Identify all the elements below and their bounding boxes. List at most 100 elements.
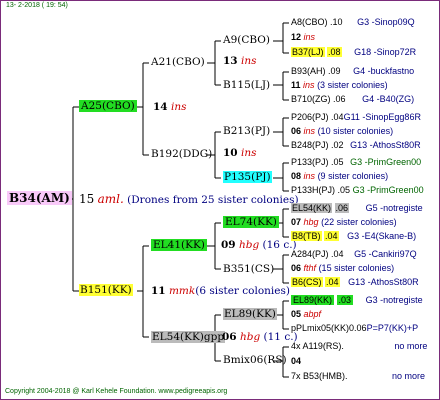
gen2-id: B192(DDG): [151, 148, 213, 160]
gen3-id: P135(PJ): [223, 171, 272, 183]
gen3-node-5[interactable]: B351(CS): [223, 263, 274, 276]
gen3-ins: ins: [240, 55, 257, 67]
gen4-num: .02: [331, 140, 344, 150]
gen3-id: EL74(KK): [223, 216, 279, 228]
root-id: B34(AM): [7, 191, 72, 205]
gen3-ins: ins: [240, 147, 257, 159]
gen4-row-13: 07 hbg (22 sister colonies): [291, 217, 397, 228]
gen4-id: P133H(PJ): [291, 185, 336, 195]
gen1-ins: ins: [170, 101, 187, 113]
gen3-node-4[interactable]: EL74(KK): [223, 216, 279, 229]
gen4-num: .04: [331, 112, 344, 122]
gen4-row-21[interactable]: 4x A119(RS). no more: [291, 341, 427, 352]
gen4-ref: no more: [392, 371, 426, 381]
gen3-id: A9(CBO): [223, 34, 271, 46]
gen1-node-1[interactable]: B151(KK): [79, 284, 133, 297]
gen3-id: Bmix06(RS): [223, 354, 287, 366]
gen2-id: EL54(KK)gpp: [151, 331, 226, 343]
root-info: 15 aml. (Drones from 25 sister colonies): [79, 193, 299, 207]
gen4-id: B8(TB): [291, 231, 322, 241]
gen4-num: 06: [291, 263, 302, 273]
gen3-node-7[interactable]: Bmix06(RS): [223, 354, 287, 367]
gen4-num: 04: [291, 356, 302, 366]
gen4-num: 08: [291, 171, 302, 181]
gen4-num: .10: [330, 17, 343, 27]
gen4-id: B710(ZG): [291, 94, 331, 104]
gen4-id: B37(LJ): [291, 47, 325, 57]
gen4-ins: ins: [303, 171, 316, 181]
gen4-num: 0.06: [349, 323, 367, 333]
gen2-info-2: 09 hbg (16 c.): [221, 239, 297, 252]
gen2-ins: hbg: [238, 239, 260, 251]
gen1-ins: mmk: [168, 285, 196, 297]
gen4-ref: G18 -Sinop72R: [354, 47, 417, 57]
gen4-id: pPLmix05(KK): [291, 323, 350, 333]
gen4-row-6[interactable]: P206(PJ) .04G11 -SinopEgg86R: [291, 112, 421, 123]
gen4-row-19: 05 abpf: [291, 309, 321, 320]
gen2-node-0[interactable]: A21(CBO): [151, 56, 205, 69]
gen3-node-3[interactable]: P135(PJ): [223, 171, 272, 184]
gen4-row-18[interactable]: EL89(KK) .03 G3 -notregiste: [291, 295, 423, 306]
gen4-row-20[interactable]: pPLmix05(KK)0.06P=P7(KK)+P: [291, 323, 418, 334]
gen3-id: EL89(KK): [223, 308, 277, 320]
gen4-row-11[interactable]: P133H(PJ) .05 G3 -PrimGreen00: [291, 185, 424, 196]
gen4-row-17[interactable]: B6(CS) .04 G13 -AthosSt80R: [291, 277, 419, 288]
gen4-num: 05: [291, 309, 302, 319]
gen2-node-2[interactable]: EL41(KK): [151, 239, 207, 252]
gen4-row-0[interactable]: A8(CBO) .10 G3 -Sinop09Q: [291, 17, 415, 28]
gen4-num: .04: [324, 231, 339, 241]
gen4-ref: G5 -Cankiri97Q: [354, 249, 417, 259]
gen4-ins: fthf: [303, 263, 317, 273]
gen2-node-1[interactable]: B192(DDG): [151, 148, 212, 161]
gen1-num: 14: [153, 101, 168, 113]
gen4-note: (9 sister colonies): [317, 171, 389, 181]
gen3-node-1[interactable]: B115(LJ): [223, 79, 270, 92]
gen4-row-10: 08 ins (9 sister colonies): [291, 171, 388, 182]
gen3-id: B351(CS): [223, 263, 275, 275]
gen4-row-5[interactable]: B710(ZG) .06 G4 -B40(ZG): [291, 94, 414, 105]
gen3-info-0: 13 ins: [223, 55, 256, 68]
gen4-row-9[interactable]: P133(PJ) .05 G3 -PrimGreen00: [291, 157, 421, 168]
gen4-row-2[interactable]: B37(LJ) .08 G18 -Sinop72R: [291, 47, 416, 58]
gen4-num: .08: [327, 47, 342, 57]
gen4-num: .04: [331, 249, 344, 259]
gen4-ref: G11 -SinopEgg86R: [343, 112, 421, 122]
gen4-row-7: 06 ins (10 sister colonies): [291, 126, 393, 137]
gen1-note: (6 sister colonies): [195, 285, 290, 297]
gen4-note: (22 sister colonies): [321, 217, 397, 227]
gen1-num: 11: [151, 285, 166, 297]
gen3-node-6[interactable]: EL89(KK): [223, 308, 277, 321]
gen4-ins: hbg: [303, 217, 319, 227]
gen4-row-3[interactable]: B93(AH) .09 G4 -buckfastno: [291, 66, 414, 77]
gen4-ref: G4 -buckfastno: [353, 66, 415, 76]
gen3-id: B213(PJ): [223, 125, 271, 137]
gen3-num: 10: [223, 147, 238, 159]
gen4-ref: G5 -notregiste: [365, 203, 423, 213]
gen4-id: A284(PJ): [291, 249, 329, 259]
gen1-info-0: 14 ins: [153, 101, 186, 114]
gen4-num: .05: [331, 157, 344, 167]
gen4-num: .04: [325, 277, 340, 287]
gen4-id: A8(CBO): [291, 17, 328, 27]
gen4-id: P206(PJ): [291, 112, 329, 122]
gen2-node-3[interactable]: EL54(KK)gpp: [151, 331, 226, 344]
gen3-node-0[interactable]: A9(CBO): [223, 34, 270, 47]
gen4-row-8[interactable]: B248(PJ) .02 G13 -AthosSt80R: [291, 140, 421, 151]
gen1-node-0[interactable]: A25(CBO): [79, 100, 137, 113]
root-note: (Drones from 25 sister colonies): [127, 194, 299, 206]
gen4-num: .06: [333, 94, 346, 104]
gen3-id: B115(LJ): [223, 79, 271, 91]
gen2-ins: hbg: [239, 331, 261, 343]
gen4-id: 4x A119(RS): [291, 341, 342, 351]
gen4-ref: no more: [394, 341, 428, 351]
gen4-row-15[interactable]: A284(PJ) .04 G5 -Cankiri97Q: [291, 249, 417, 260]
root-node[interactable]: B34(AM): [7, 191, 72, 206]
gen4-num: .09: [328, 66, 341, 76]
gen4-row-14[interactable]: B8(TB) .04 G3 -E4(Skane-B): [291, 231, 416, 242]
gen4-ref: P=P7(KK)+P: [366, 323, 419, 333]
gen3-node-2[interactable]: B213(PJ): [223, 125, 270, 138]
gen4-row-23[interactable]: 7x B53(HMB). no more: [291, 371, 425, 382]
gen2-num: 06: [222, 331, 237, 343]
gen4-note: (15 sister colonies): [318, 263, 395, 273]
gen4-row-12[interactable]: EL54(KK) .06 G5 -notregiste: [291, 203, 423, 214]
